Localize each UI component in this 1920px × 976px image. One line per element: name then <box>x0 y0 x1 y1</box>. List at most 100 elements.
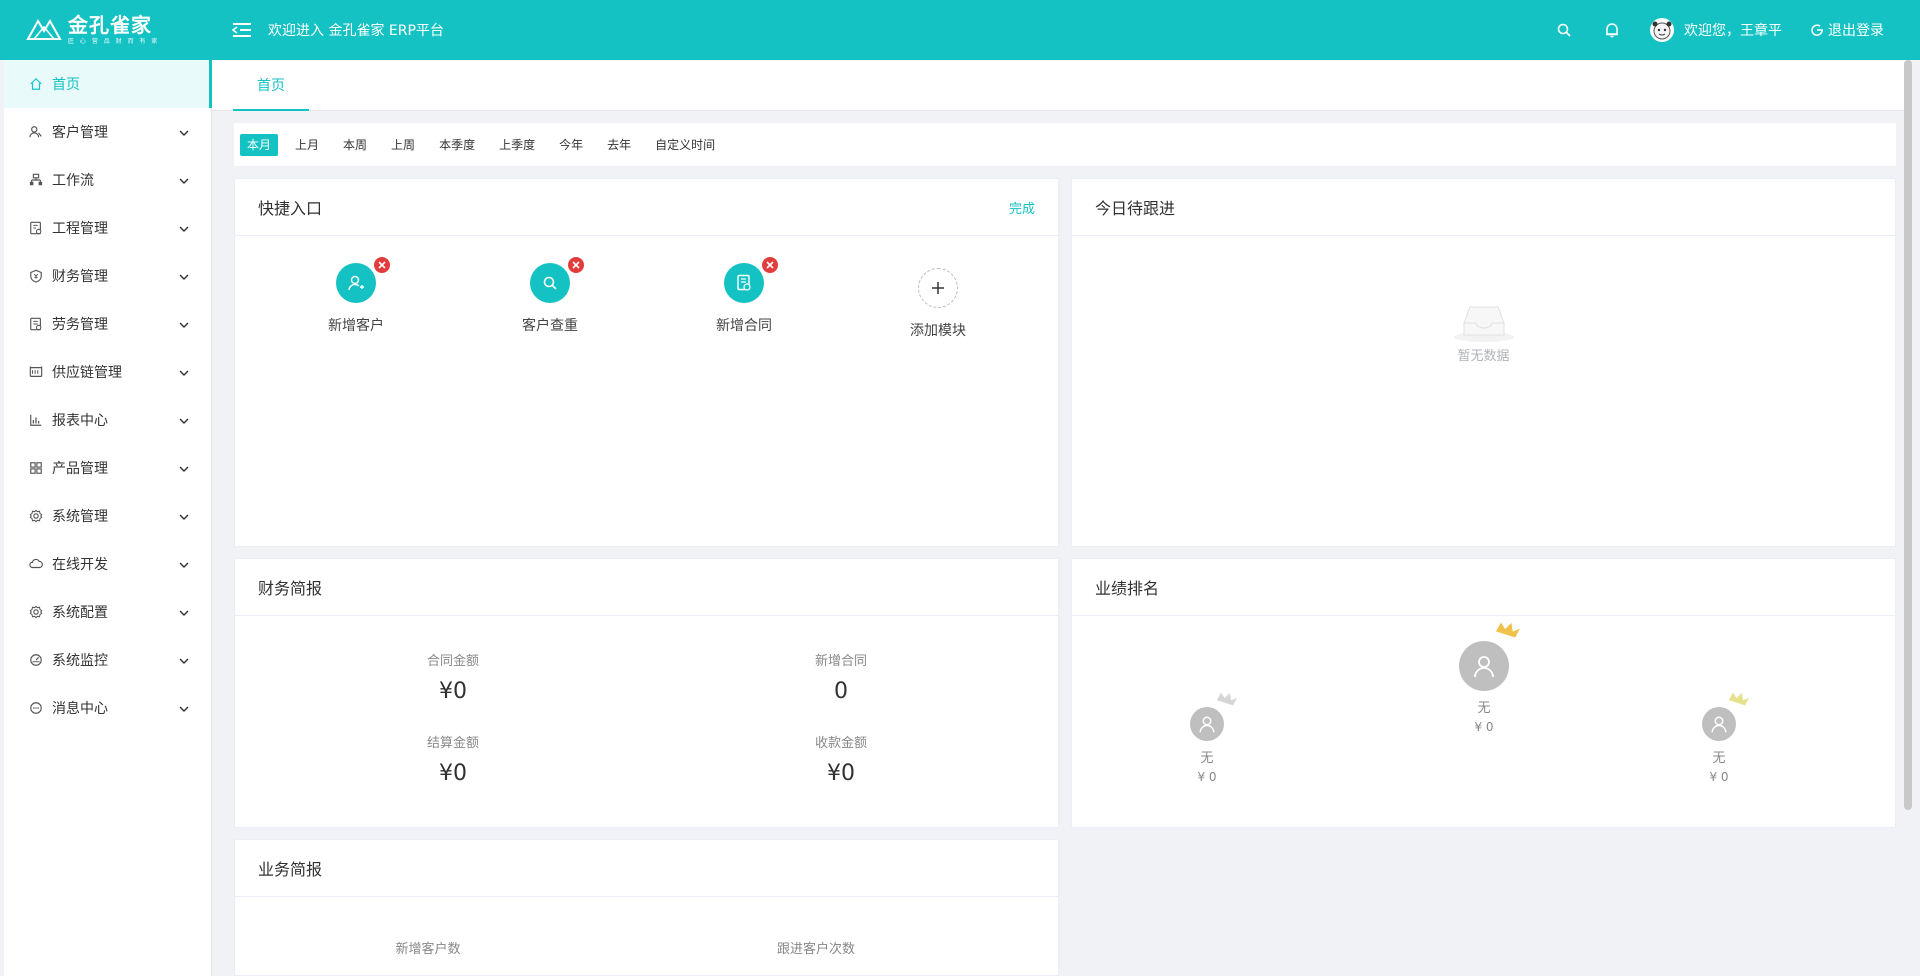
sidebar-item-label: 报表中心 <box>52 413 108 429</box>
quick-item-add-customer[interactable]: 新增客户 <box>296 257 416 335</box>
sidebar-item-labor[interactable]: 劳务管理 <box>4 300 211 348</box>
welcome-text: 欢迎进入 金孔雀家 ERP平台 <box>268 23 444 39</box>
rank-second: 无 ¥ 0 <box>1152 692 1262 784</box>
add-module-button[interactable]: 添加模块 <box>878 268 998 340</box>
date-filter-button[interactable]: 自定义时间 <box>648 134 722 156</box>
date-filter-button[interactable]: 去年 <box>600 134 638 156</box>
sidebar-item-monitor[interactable]: 系统监控 <box>4 636 211 684</box>
report-icon <box>28 412 44 428</box>
done-button[interactable]: 完成 <box>1009 198 1035 217</box>
supply-chain-icon <box>28 364 44 380</box>
sidebar-item-label: 系统配置 <box>52 605 108 621</box>
remove-icon[interactable] <box>374 257 390 273</box>
chevron-down-icon <box>179 124 189 140</box>
card-title: 今日待跟进 <box>1095 199 1176 218</box>
chevron-down-icon <box>179 460 189 476</box>
date-filter-button[interactable]: 上季度 <box>492 134 542 156</box>
sidebar-item-finance[interactable]: 财务管理 <box>4 252 211 300</box>
peacock-logo-icon <box>26 17 62 43</box>
remove-icon[interactable] <box>568 257 584 273</box>
logo[interactable]: 金孔雀家 匠 心 营 品 财 而 有 家 <box>0 0 212 60</box>
chevron-down-icon <box>179 220 189 236</box>
monitor-icon <box>28 652 44 668</box>
rank-first: 无 ¥ 0 <box>1429 622 1539 734</box>
sidebar-item-message[interactable]: 消息中心 <box>4 684 211 732</box>
logout-button[interactable]: 退出登录 <box>1810 20 1884 40</box>
rank-value: ¥ 0 <box>1197 770 1217 784</box>
avatar <box>1650 18 1674 42</box>
home-icon <box>28 76 44 92</box>
tab-home[interactable]: 首页 <box>233 60 309 111</box>
stat-received-amount: 收款金额 ¥0 <box>814 736 867 786</box>
config-icon <box>28 604 44 620</box>
silver-crown-icon <box>1216 692 1238 706</box>
date-filter-button[interactable]: 今年 <box>552 134 590 156</box>
sidebar-item-label: 工作流 <box>52 173 94 189</box>
sidebar-item-label: 系统管理 <box>52 509 108 525</box>
quick-entry-card: 快捷入口 完成 新增客户 客户查重 新增合同 添加模块 <box>234 178 1059 547</box>
plus-icon <box>932 282 944 294</box>
chevron-down-icon <box>179 652 189 668</box>
rank-name: 无 <box>1712 751 1726 766</box>
logout-icon <box>1811 24 1823 36</box>
stat-new-contracts: 新增合同 0 <box>814 654 867 704</box>
quick-item-label: 新增合同 <box>716 318 772 334</box>
sidebar-item-settings[interactable]: 系统管理 <box>4 492 211 540</box>
sidebar-item-customer[interactable]: 客户管理 <box>4 108 211 156</box>
finance-summary-card: 财务简报 合同金额 ¥0 新增合同 0 结算金额 ¥0 收款金额 ¥0 <box>234 558 1059 828</box>
user-icon <box>1711 716 1727 733</box>
sidebar-item-label: 首页 <box>52 77 80 93</box>
add-user-icon <box>348 275 364 291</box>
card-title: 业务简报 <box>258 860 323 879</box>
labor-icon <box>28 316 44 332</box>
product-icon <box>28 460 44 476</box>
page-scrollbar[interactable] <box>1904 60 1912 810</box>
empty-text: 暂无数据 <box>1457 349 1510 364</box>
quick-item-add-contract[interactable]: 新增合同 <box>684 257 804 335</box>
sidebar-item-home[interactable]: 首页 <box>4 60 212 108</box>
quick-item-label: 新增客户 <box>328 318 384 334</box>
sidebar-item-report[interactable]: 报表中心 <box>4 396 211 444</box>
chevron-down-icon <box>179 316 189 332</box>
date-filter-button[interactable]: 本月 <box>240 133 279 156</box>
performance-ranking-card: 业绩排名 无 ¥ 0 无 ¥ 0 无 ¥ 0 <box>1071 558 1896 828</box>
date-filter-button[interactable]: 上月 <box>288 134 326 156</box>
rank-value: ¥ 0 <box>1474 720 1494 734</box>
cloud-icon <box>28 556 44 572</box>
top-header: 金孔雀家 匠 心 营 品 财 而 有 家 欢迎进入 金孔雀家 ERP平台 欢迎您… <box>0 0 1920 60</box>
bell-icon[interactable] <box>1602 20 1622 40</box>
rank-name: 无 <box>1477 701 1491 716</box>
contract-icon <box>737 274 751 291</box>
sidebar-item-label: 工程管理 <box>52 221 108 237</box>
sidebar-item-project[interactable]: 工程管理 <box>4 204 211 252</box>
stat-new-customers: 新增客户数 <box>395 942 461 957</box>
stat-settlement-amount: 结算金额 ¥0 <box>426 736 479 786</box>
sidebar-item-label: 在线开发 <box>52 557 108 573</box>
menu-toggle-icon[interactable] <box>230 20 254 40</box>
sidebar-item-label: 消息中心 <box>52 701 108 717</box>
search-icon[interactable] <box>1554 20 1574 40</box>
chevron-down-icon <box>179 604 189 620</box>
card-title: 业绩排名 <box>1095 579 1160 598</box>
date-filter-button[interactable]: 本季度 <box>432 134 482 156</box>
remove-icon[interactable] <box>762 257 778 273</box>
date-filter-button[interactable]: 上周 <box>384 134 422 156</box>
user-menu[interactable]: 欢迎您，王章平 <box>1650 18 1782 42</box>
chevron-down-icon <box>179 364 189 380</box>
sidebar-item-supply-chain[interactable]: 供应链管理 <box>4 348 211 396</box>
sidebar-item-cloud[interactable]: 在线开发 <box>4 540 211 588</box>
sidebar-item-workflow[interactable]: 工作流 <box>4 156 211 204</box>
date-filter-button[interactable]: 本周 <box>336 134 374 156</box>
stat-followup-count: 跟进客户次数 <box>776 942 855 957</box>
sidebar-item-config[interactable]: 系统配置 <box>4 588 211 636</box>
date-filter-bar: 本月 上月 本周 上周 本季度 上季度 今年 去年 自定义时间 <box>234 123 1896 166</box>
quick-item-check-duplicate[interactable]: 客户查重 <box>490 257 610 335</box>
sidebar-item-product[interactable]: 产品管理 <box>4 444 211 492</box>
bronze-crown-icon <box>1728 692 1750 706</box>
gold-crown-icon <box>1495 622 1521 638</box>
add-module-label: 添加模块 <box>910 323 966 339</box>
project-icon <box>28 220 44 236</box>
chevron-down-icon <box>179 508 189 524</box>
message-icon <box>28 700 44 716</box>
business-summary-card: 业务简报 新增客户数 跟进客户次数 <box>234 839 1059 976</box>
